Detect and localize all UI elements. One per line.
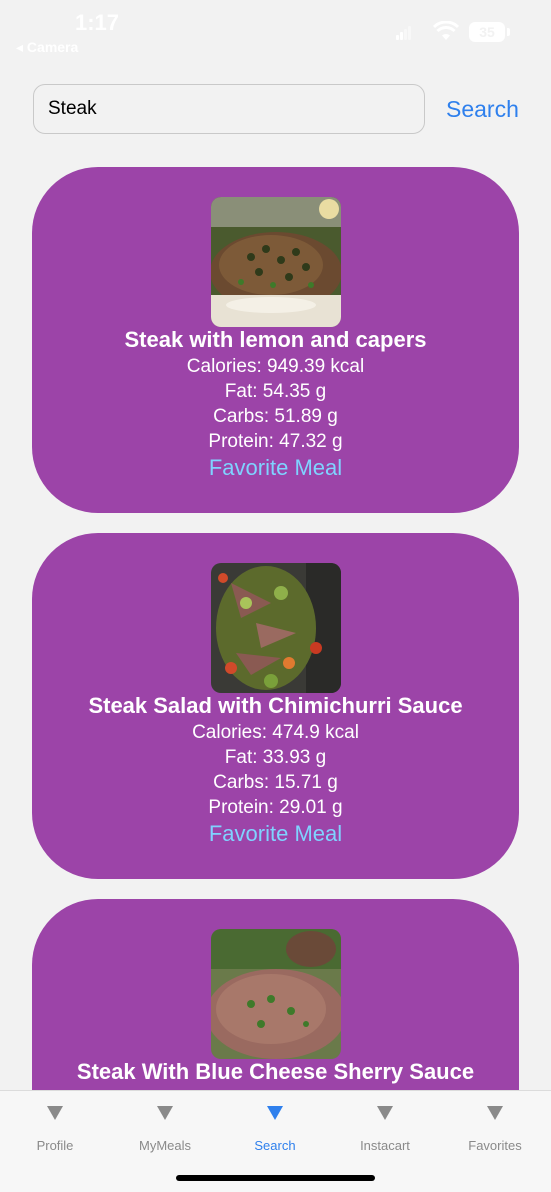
tab-label: Search bbox=[254, 1138, 296, 1153]
favorite-meal-button[interactable]: Favorite Meal bbox=[32, 455, 519, 481]
tab-label: Instacart bbox=[360, 1138, 410, 1153]
meal-card[interactable]: Steak With Blue Cheese Sherry Sauce bbox=[32, 899, 519, 1090]
triangle-down-icon bbox=[267, 1106, 283, 1120]
meal-protein: Protein: 47.32 g bbox=[208, 431, 343, 452]
triangle-down-icon bbox=[157, 1106, 173, 1120]
triangle-down-icon bbox=[377, 1106, 393, 1120]
search-results[interactable]: Steak with lemon and capers Calories: 94… bbox=[0, 0, 551, 1090]
tab-label: Favorites bbox=[468, 1138, 522, 1153]
search-input[interactable] bbox=[33, 84, 425, 134]
meal-calories: Calories: 949.39 kcal bbox=[186, 356, 365, 377]
tab-search[interactable]: Search bbox=[220, 1091, 330, 1161]
meal-card[interactable]: Steak with lemon and capers Calories: 94… bbox=[32, 167, 519, 513]
meal-calories: Calories: 474.9 kcal bbox=[192, 722, 359, 743]
meal-protein: Protein: 29.01 g bbox=[208, 797, 343, 818]
tab-mymeals[interactable]: MyMeals bbox=[110, 1091, 220, 1161]
tab-label: Profile bbox=[36, 1138, 74, 1153]
tab-profile[interactable]: Profile bbox=[0, 1091, 110, 1161]
meal-fat: Fat: 54.35 g bbox=[224, 381, 327, 402]
triangle-down-icon bbox=[487, 1106, 503, 1120]
meal-carbs: Carbs: 15.71 g bbox=[213, 772, 338, 793]
meal-carbs: Carbs: 51.89 g bbox=[213, 406, 338, 427]
triangle-down-icon bbox=[47, 1106, 63, 1120]
meal-fat: Fat: 33.93 g bbox=[224, 747, 327, 768]
favorite-meal-button[interactable]: Favorite Meal bbox=[32, 821, 519, 847]
meal-name: Steak with lemon and capers bbox=[124, 327, 427, 352]
home-indicator[interactable] bbox=[176, 1175, 375, 1181]
meal-photo bbox=[211, 197, 341, 327]
tab-favorites[interactable]: Favorites bbox=[440, 1091, 550, 1161]
meal-card[interactable]: Steak Salad with Chimichurri Sauce Calor… bbox=[32, 533, 519, 879]
tab-label: MyMeals bbox=[138, 1138, 191, 1153]
meal-photo bbox=[211, 563, 341, 693]
meal-name: Steak With Blue Cheese Sherry Sauce bbox=[76, 1059, 475, 1084]
meal-photo bbox=[211, 929, 341, 1059]
tab-instacart[interactable]: Instacart bbox=[330, 1091, 440, 1161]
search-button[interactable]: Search bbox=[446, 92, 519, 126]
meal-name: Steak Salad with Chimichurri Sauce bbox=[88, 693, 463, 718]
